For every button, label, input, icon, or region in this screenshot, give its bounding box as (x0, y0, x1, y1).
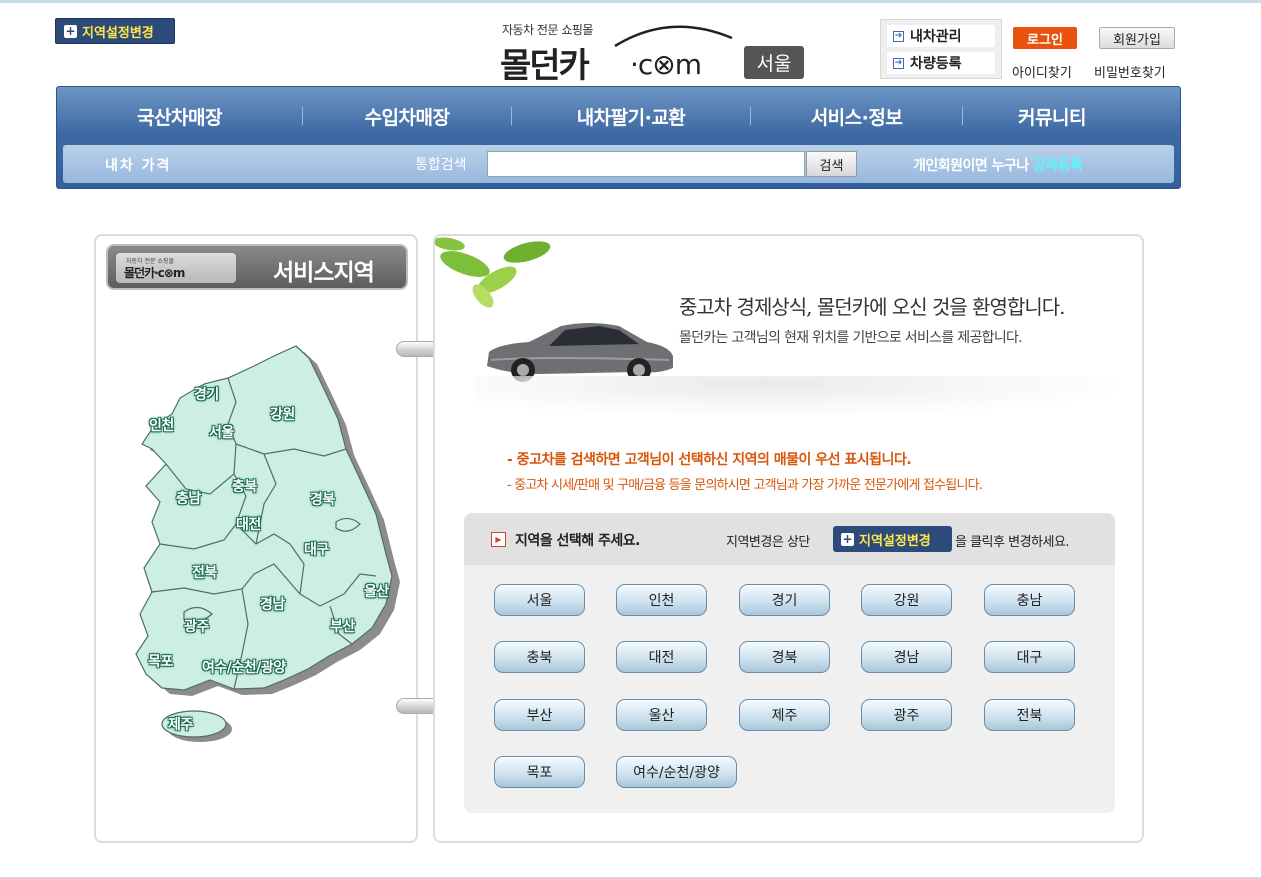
map-label-yeosu-suncheon-gwangyang[interactable]: 여수/순천/광양 (202, 657, 286, 677)
map-label-jeonbuk[interactable]: 전북 (192, 562, 217, 582)
map-label-daegu[interactable]: 대구 (304, 539, 329, 559)
logo-com: ·c⊗m (630, 48, 702, 81)
map-label-gwangju[interactable]: 광주 (184, 616, 209, 636)
region-select-bar: ▶ 지역을 선택해 주세요. 지역변경은 상단 + 지역설정변경 을 클릭후 변… (464, 513, 1115, 565)
arrow-right-icon: ➔ (893, 30, 904, 42)
nav-domestic-cars[interactable]: 국산차매장 (57, 103, 302, 130)
region-button-gyeongnam[interactable]: 경남 (861, 641, 952, 673)
welcome-title: 중고차 경제상식, 몰던카에 오신 것을 환영합니다. (679, 295, 1066, 319)
page: + 지역설정변경 자동차 전문 쇼핑몰 몰던카 ·c⊗m 서울 ➔ 내차관리 ➔… (0, 0, 1261, 878)
region-button-busan[interactable]: 부산 (494, 699, 585, 731)
map-label-gangwon[interactable]: 강원 (270, 404, 295, 424)
leaf-decoration-icon (435, 237, 551, 308)
mycar-manage-label: 내차관리 (910, 29, 962, 45)
korea-map-shape (135, 345, 400, 742)
mini-logo-wordmark: 몰던카·c⊗m (124, 266, 185, 280)
region-button-gyeongbuk[interactable]: 경북 (739, 641, 830, 673)
korea-map: 경기 인천 서울 강원 충남 충북 대전 경북 대구 전북 경남 울산 광주 부… (124, 344, 404, 744)
inline-region-settings-button[interactable]: + 지역설정변경 (833, 526, 952, 552)
change-hint-prefix: 지역변경은 상단 (726, 535, 810, 550)
region-button-incheon[interactable]: 인천 (616, 584, 707, 616)
map-label-ulsan[interactable]: 울산 (364, 581, 389, 601)
car-price-link[interactable]: 내차 가격 (105, 155, 171, 175)
site-logo[interactable]: 자동차 전문 쇼핑몰 몰던카 ·c⊗m (500, 18, 740, 86)
current-city-badge: 서울 (744, 46, 804, 79)
region-button-ulsan[interactable]: 울산 (616, 699, 707, 731)
service-region-panel: 자동차 전문 쇼핑몰 몰던카·c⊗m 서비스지역 경기 인천 서울 강원 충남 … (94, 234, 418, 843)
nav-subbar: 내차 가격 통합검색 검색 개인회원이면 누구나 공짜등록 (63, 145, 1174, 183)
map-label-gyeongbuk[interactable]: 경북 (310, 489, 335, 509)
map-label-daejeon[interactable]: 대전 (236, 514, 261, 534)
map-label-gyeongnam[interactable]: 경남 (260, 594, 285, 614)
region-button-yeosu-suncheon-gwangyang[interactable]: 여수/순천/광양 (616, 756, 737, 788)
nav-service-info[interactable]: 서비스·정보 (751, 103, 962, 130)
welcome-subtitle: 몰던카는 고객님의 현재 위치를 기반으로 서비스를 제공합니다. (679, 330, 1023, 346)
region-button-chungnam[interactable]: 충남 (984, 584, 1075, 616)
region-button-daejeon[interactable]: 대전 (616, 641, 707, 673)
car-shadow (475, 376, 1115, 416)
service-region-header: 자동차 전문 쇼핑몰 몰던카·c⊗m 서비스지역 (106, 244, 408, 290)
region-button-daegu[interactable]: 대구 (984, 641, 1075, 673)
free-register-promo: 개인회원이면 누구나 공짜등록 (913, 155, 1083, 175)
main-nav: 국산차매장 수입차매장 내차팔기·교환 서비스·정보 커뮤니티 내차 가격 통합… (56, 86, 1181, 189)
play-icon: ▶ (491, 532, 506, 547)
region-button-jeonbuk[interactable]: 전북 (984, 699, 1075, 731)
search-button[interactable]: 검색 (806, 151, 857, 177)
find-id-link[interactable]: 아이디찾기 (1012, 62, 1072, 81)
map-label-jeju[interactable]: 제주 (168, 714, 193, 734)
inline-region-settings-label: 지역설정변경 (859, 533, 931, 549)
region-select-box: ▶ 지역을 선택해 주세요. 지역변경은 상단 + 지역설정변경 을 클릭후 변… (464, 513, 1115, 813)
logo-arc-icon (614, 25, 733, 48)
plus-icon: + (64, 23, 77, 38)
mycar-box: ➔ 내차관리 ➔ 차량등록 (880, 19, 1002, 79)
region-button-gyeonggi[interactable]: 경기 (739, 584, 830, 616)
notice-line-1: - 중고차를 검색하면 고객님이 선택하신 지역의 매물이 우선 표시됩니다. (507, 452, 912, 468)
region-button-gangwon[interactable]: 강원 (861, 584, 952, 616)
logo-subtitle: 자동차 전문 쇼핑몰 (502, 23, 593, 37)
nav-menu: 국산차매장 수입차매장 내차팔기·교환 서비스·정보 커뮤니티 (57, 87, 1180, 145)
notice-line-2: - 중고차 시세/판매 및 구매/금융 등을 문의하시면 고객님과 가장 가까운… (507, 478, 983, 493)
nav-sell-exchange[interactable]: 내차팔기·교환 (512, 103, 750, 130)
region-button-chungbuk[interactable]: 충북 (494, 641, 585, 673)
mini-logo: 자동차 전문 쇼핑몰 몰던카·c⊗m (116, 253, 236, 283)
promo-text: 개인회원이면 누구나 (913, 158, 1034, 174)
free-register-link[interactable]: 공짜등록 (1033, 158, 1083, 174)
plus-icon: + (841, 531, 854, 546)
region-button-jeju[interactable]: 제주 (739, 699, 830, 731)
nav-imported-cars[interactable]: 수입차매장 (303, 103, 511, 130)
service-region-title: 서비스지역 (273, 260, 375, 286)
search-input[interactable] (487, 151, 805, 177)
mycar-manage-link[interactable]: ➔ 내차관리 (887, 25, 995, 47)
region-button-mokpo[interactable]: 목포 (494, 756, 585, 788)
region-settings-label: 지역설정변경 (82, 25, 154, 41)
login-button[interactable]: 로그인 (1013, 27, 1077, 49)
car-register-label: 차량등록 (910, 56, 962, 72)
region-select-panel: 중고차 경제상식, 몰던카에 오신 것을 환영합니다. 몰던카는 고객님의 현재… (433, 234, 1144, 843)
logo-wordmark: 몰던카 (500, 46, 590, 86)
map-label-mokpo[interactable]: 목포 (148, 651, 173, 671)
change-hint-suffix: 을 클릭후 변경하세요. (955, 535, 1070, 550)
search-label: 통합검색 (415, 157, 467, 173)
map-label-chungnam[interactable]: 충남 (176, 488, 201, 508)
join-button[interactable]: 회원가입 (1099, 27, 1175, 49)
map-label-chungbuk[interactable]: 충북 (232, 476, 257, 496)
region-settings-button[interactable]: + 지역설정변경 (55, 18, 175, 44)
map-label-seoul[interactable]: 서울 (209, 422, 234, 442)
car-register-link[interactable]: ➔ 차량등록 (887, 52, 995, 74)
map-label-busan[interactable]: 부산 (330, 616, 355, 636)
region-select-title: 지역을 선택해 주세요. (515, 533, 641, 549)
nav-community[interactable]: 커뮤니티 (963, 103, 1141, 130)
map-label-gyeonggi[interactable]: 경기 (194, 384, 219, 404)
region-button-gwangju[interactable]: 광주 (861, 699, 952, 731)
arrow-right-icon: ➔ (893, 57, 904, 69)
map-label-incheon[interactable]: 인천 (149, 415, 174, 435)
region-button-seoul[interactable]: 서울 (494, 584, 585, 616)
find-password-link[interactable]: 비밀번호찾기 (1094, 62, 1166, 81)
